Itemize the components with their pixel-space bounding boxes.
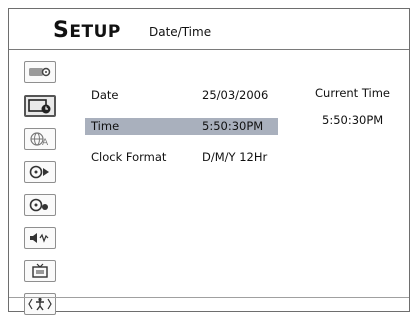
- current-time-label: Current Time: [315, 86, 390, 100]
- display-settings-icon: [29, 67, 51, 77]
- setup-window: SETUP Date/Time A Date 25/03/2006 Time 5…: [8, 8, 410, 315]
- sidebar-item-language[interactable]: A: [24, 128, 56, 150]
- footer-divider: [9, 297, 409, 298]
- audio-icon: [30, 233, 49, 243]
- language-icon: A: [30, 132, 49, 147]
- sidebar-item-tv[interactable]: [24, 260, 56, 282]
- sidebar-item-playback[interactable]: [24, 161, 56, 183]
- date-time-icon: [28, 99, 51, 114]
- sidebar-item-date-time[interactable]: [24, 95, 56, 117]
- sidebar-item-display[interactable]: [24, 61, 56, 83]
- record-icon: [29, 198, 48, 212]
- date-value[interactable]: 25/03/2006: [202, 88, 268, 102]
- date-label[interactable]: Date: [91, 88, 119, 102]
- tv-icon: [32, 263, 48, 278]
- current-time-value: 5:50:30PM: [322, 113, 384, 127]
- header-bar: SETUP Date/Time: [9, 9, 409, 50]
- svg-text:A: A: [42, 138, 49, 147]
- clock-format-label[interactable]: Clock Format: [91, 150, 166, 164]
- clock-format-value[interactable]: D/M/Y 12Hr: [202, 150, 267, 164]
- page-title: SETUP: [53, 18, 121, 43]
- sidebar-item-audio[interactable]: [24, 227, 56, 249]
- time-label[interactable]: Time: [91, 119, 119, 133]
- section-subtitle: Date/Time: [149, 25, 212, 39]
- title-rest: ETUP: [69, 22, 121, 42]
- sidebar-item-record[interactable]: [24, 194, 56, 216]
- playback-icon: [29, 165, 49, 179]
- system-icon: [28, 297, 52, 311]
- time-value[interactable]: 5:50:30PM: [202, 119, 263, 133]
- title-initial: S: [53, 18, 70, 43]
